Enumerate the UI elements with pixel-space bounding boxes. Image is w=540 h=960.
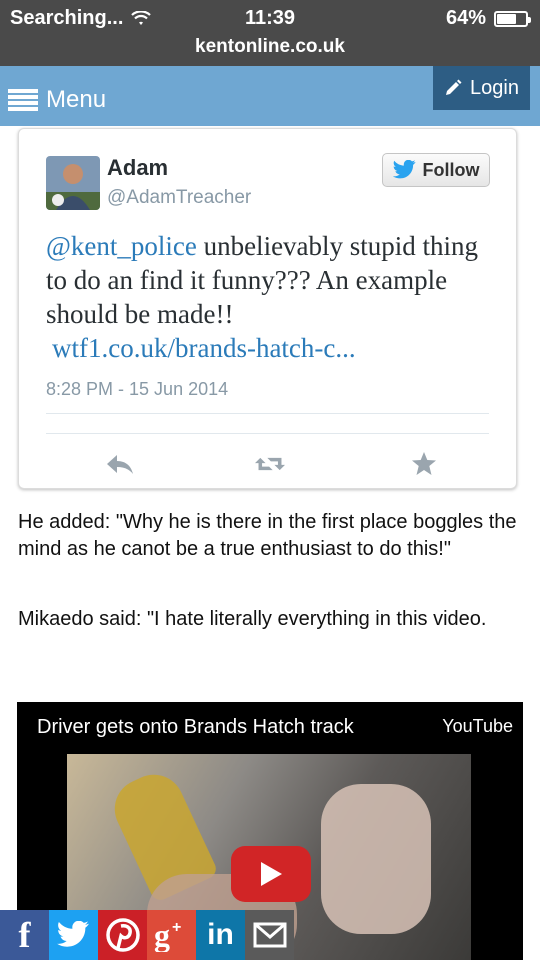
menu-label: Menu [46,86,107,113]
site-navbar: Menu Login [0,66,540,126]
tweet-url-link[interactable]: wtf1.co.uk/brands-hatch-c... [52,333,356,363]
linkedin-icon[interactable]: in [196,910,245,960]
svg-text:g: g [154,918,170,952]
svg-text:+: + [172,919,181,936]
twitter-icon[interactable] [49,910,98,960]
play-button[interactable] [231,846,311,902]
pencil-icon [446,79,462,95]
menu-button[interactable]: Menu [8,86,106,114]
status-bar: Searching... 11:39 64% kentonline.co.uk [0,0,540,66]
tweet-actions [19,449,518,479]
reply-icon[interactable] [105,449,135,479]
tweet-timestamp[interactable]: 8:28 PM - 15 Jun 2014 [46,379,228,400]
video-title[interactable]: Driver gets onto Brands Hatch track [37,716,354,739]
address-bar[interactable]: kentonline.co.uk [0,36,540,58]
share-bar: f g + in [0,910,294,960]
twitter-bird-icon [392,160,416,179]
hamburger-icon [8,89,38,111]
divider [46,433,489,434]
pinterest-icon[interactable] [98,910,147,960]
favorite-icon[interactable] [409,449,439,479]
login-button[interactable]: Login [433,66,530,110]
battery-percent: 64% [445,7,486,29]
article-paragraph: Mikaedo said: "I hate literally everythi… [18,608,487,630]
article-paragraph: He added: "Why he is there in the first … [18,511,517,560]
divider [46,413,489,414]
tweet-author-handle[interactable]: @AdamTreacher [107,187,251,209]
email-icon[interactable] [245,910,294,960]
avatar[interactable] [46,156,100,210]
facebook-icon[interactable]: f [0,910,49,960]
tweet-author-name[interactable]: Adam [107,155,168,181]
battery-status: 64% [445,7,531,30]
youtube-logo[interactable]: YouTube [442,716,513,737]
play-icon [261,862,282,886]
follow-label: Follow [422,159,480,180]
tweet-mention-link[interactable]: @kent_police [46,231,197,261]
battery-fill [497,13,517,24]
embedded-tweet: Adam @AdamTreacher Follow @kent_police u… [18,128,517,489]
retweet-icon[interactable] [255,449,285,479]
tweet-text: @kent_police unbelievably stupid thing t… [46,229,496,365]
login-label: Login [470,76,519,99]
google-plus-icon[interactable]: g + [147,910,196,960]
battery-icon [494,10,531,27]
follow-button[interactable]: Follow [382,153,490,187]
